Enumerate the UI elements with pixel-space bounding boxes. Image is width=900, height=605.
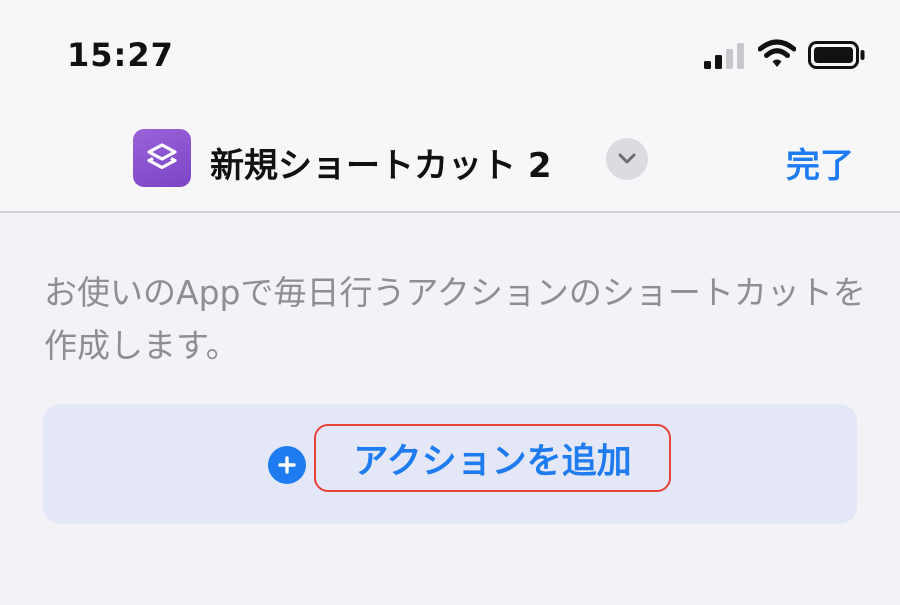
cellular-signal-icon <box>704 42 746 69</box>
done-button[interactable]: 完了 <box>786 138 854 187</box>
shortcuts-layers-icon[interactable] <box>133 129 191 187</box>
wifi-icon <box>757 39 797 69</box>
shortcut-title[interactable]: 新規ショートカット 2 <box>210 138 552 187</box>
chevron-down-icon[interactable] <box>606 138 648 180</box>
navigation-bar: 新規ショートカット 2 完了 <box>0 108 900 213</box>
plus-circle-icon <box>268 446 306 484</box>
status-bar: 15:27 <box>0 0 900 108</box>
description-text: お使いのAppで毎日行うアクションのショートカットを作成します。 <box>44 273 866 365</box>
add-action-label[interactable]: アクションを追加 <box>314 424 671 492</box>
battery-icon <box>808 41 866 69</box>
add-action-button[interactable]: アクションを追加 <box>43 404 857 524</box>
status-time: 15:27 <box>67 36 174 74</box>
